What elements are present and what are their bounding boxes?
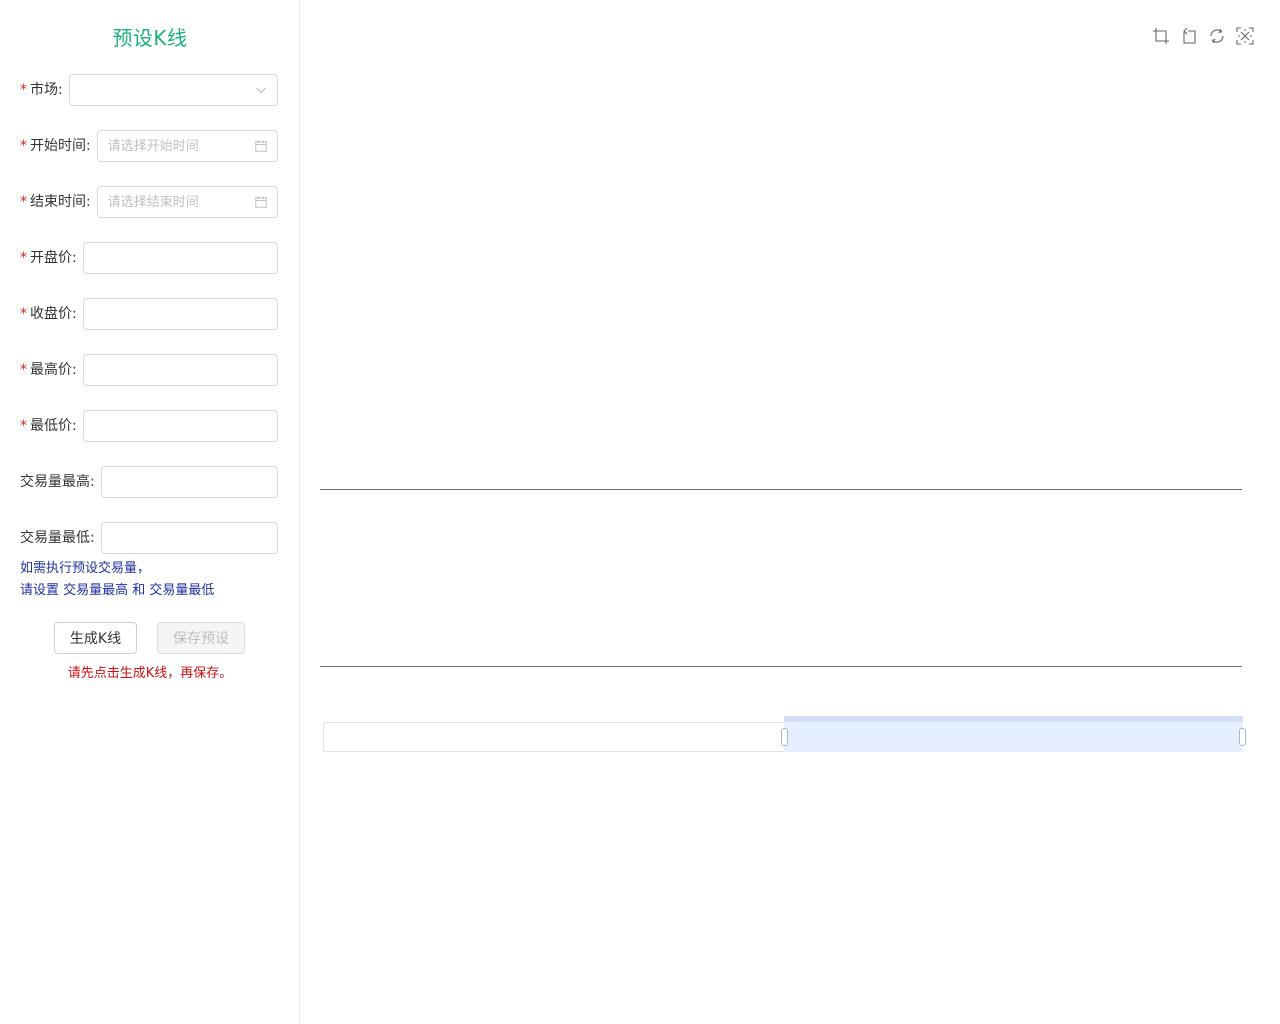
close-price-field[interactable] <box>82 298 278 330</box>
start-time-picker[interactable] <box>96 130 278 162</box>
volume-low-input[interactable] <box>101 523 277 553</box>
volume-low-row: 交易量最低: <box>20 522 278 554</box>
high-price-label: * 最高价: <box>20 362 77 378</box>
kline-chart <box>301 0 1280 1024</box>
high-price-field[interactable] <box>82 354 278 386</box>
low-price-input[interactable] <box>83 411 277 441</box>
preset-form-panel: 预设K线 *市场: *开始时间: *结束时间: <box>0 0 300 1024</box>
high-price-row: * 最高价: <box>20 354 278 386</box>
chart-toolbox <box>1152 27 1254 45</box>
volume-low-label: 交易量最低: <box>20 530 95 546</box>
market-label: * 市场: <box>20 82 63 98</box>
open-price-input[interactable] <box>83 243 277 273</box>
start-time-row: * 开始时间: <box>20 130 278 162</box>
volume-high-row: 交易量最高: <box>20 466 278 498</box>
close-price-input[interactable] <box>83 299 277 329</box>
close-price-row: * 收盘价: <box>20 298 278 330</box>
calendar-icon <box>255 140 267 152</box>
volume-hint-line-2: 请设置 交易量最高 和 交易量最低 <box>20 583 215 598</box>
market-select[interactable] <box>68 74 278 106</box>
zoom-reset-icon[interactable] <box>1180 27 1198 45</box>
chevron-down-icon <box>256 87 266 94</box>
required-mark: * <box>20 82 27 98</box>
required-mark: * <box>20 138 27 154</box>
required-mark: * <box>20 250 27 266</box>
end-time-picker[interactable] <box>96 186 278 218</box>
volume-high-label: 交易量最高: <box>20 474 95 490</box>
close-price-label: * 收盘价: <box>20 306 77 322</box>
open-price-field[interactable] <box>82 242 278 274</box>
end-time-label: * 结束时间: <box>20 194 91 210</box>
volume-low-field[interactable] <box>100 522 278 554</box>
volume-hint-line-1: 如需执行预设交易量， <box>20 561 151 576</box>
market-row: * 市场: <box>20 74 278 106</box>
data-zoom-end-handle[interactable] <box>1239 728 1246 746</box>
data-zoom-start-handle[interactable] <box>781 728 788 746</box>
panel-title: 预设K线 <box>112 26 188 50</box>
open-price-row: * 开盘价: <box>20 242 278 274</box>
save-warning: 请先点击生成K线，再保存。 <box>67 666 233 681</box>
low-price-label: * 最低价: <box>20 418 77 434</box>
volume-high-input[interactable] <box>101 467 277 497</box>
calendar-icon <box>255 196 267 208</box>
low-price-row: * 最低价: <box>20 410 278 442</box>
open-price-label: * 开盘价: <box>20 250 77 266</box>
volume-hint: 如需执行预设交易量， 请设置 交易量最高 和 交易量最低 <box>20 558 214 602</box>
start-time-label: * 开始时间: <box>20 138 91 154</box>
restore-icon[interactable] <box>1208 27 1226 45</box>
high-price-input[interactable] <box>83 355 277 385</box>
end-time-input[interactable] <box>97 187 277 217</box>
market-select-input[interactable] <box>69 75 277 105</box>
page: 预设K线 *市场: *开始时间: *结束时间: <box>0 0 1280 1024</box>
save-image-icon[interactable] <box>1236 27 1254 45</box>
end-time-row: * 结束时间: <box>20 186 278 218</box>
zoom-icon[interactable] <box>1152 27 1170 45</box>
required-mark: * <box>20 194 27 210</box>
required-mark: * <box>20 362 27 378</box>
generate-kline-button[interactable]: 生成K线 <box>54 622 137 654</box>
volume-high-field[interactable] <box>100 466 278 498</box>
candlestick-axis-line <box>320 489 1242 490</box>
volume-axis-line <box>320 666 1242 667</box>
required-mark: * <box>20 418 27 434</box>
start-time-input[interactable] <box>97 131 277 161</box>
low-price-field[interactable] <box>82 410 278 442</box>
required-mark: * <box>20 306 27 322</box>
save-preset-button[interactable]: 保存预设 <box>157 622 245 654</box>
data-zoom-move-bar[interactable] <box>784 716 1243 722</box>
